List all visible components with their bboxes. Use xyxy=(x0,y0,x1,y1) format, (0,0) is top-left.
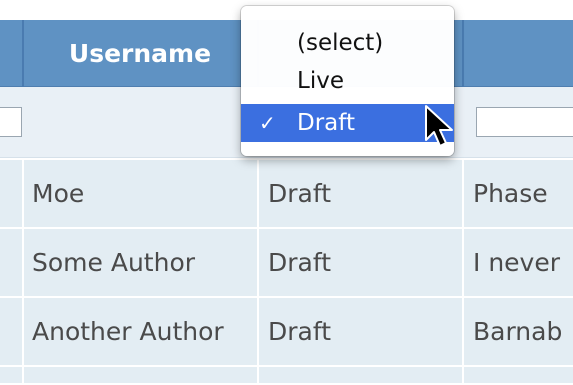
cell-message: I never xyxy=(473,248,560,277)
cell-status: Draft xyxy=(268,179,332,208)
dropdown-option-live[interactable]: Live xyxy=(241,62,454,100)
option-label: Live xyxy=(297,68,344,94)
column-header-message[interactable] xyxy=(465,20,573,86)
column-divider xyxy=(22,229,24,296)
table-row[interactable] xyxy=(0,367,573,385)
table-row[interactable]: Some Author Draft I never xyxy=(0,229,573,298)
option-label: (select) xyxy=(297,30,384,56)
cell-username: Some Author xyxy=(32,248,196,277)
column-header-label: Username xyxy=(68,38,212,68)
option-label: Draft xyxy=(297,110,355,136)
filter-input-left[interactable] xyxy=(0,107,22,137)
filter-input-message[interactable] xyxy=(476,107,573,137)
column-divider xyxy=(257,160,259,227)
table-row[interactable]: Another Author Draft Barnab xyxy=(0,298,573,367)
dropdown-option-select[interactable]: (select) xyxy=(241,24,454,62)
column-divider xyxy=(22,367,24,383)
cell-status: Draft xyxy=(268,317,332,346)
column-divider xyxy=(462,20,464,87)
column-divider xyxy=(462,160,464,227)
column-divider xyxy=(257,298,259,365)
column-divider xyxy=(257,229,259,296)
column-divider xyxy=(22,160,24,227)
cell-username: Another Author xyxy=(32,317,224,346)
table-row[interactable]: Moe Draft Phase xyxy=(0,160,573,229)
column-header-username[interactable]: Username xyxy=(24,20,256,86)
column-divider xyxy=(462,229,464,296)
cell-message: Phase xyxy=(473,179,548,208)
column-divider xyxy=(257,367,259,383)
checkmark-icon: ✓ xyxy=(259,111,276,135)
column-divider xyxy=(462,367,464,383)
cell-username: Moe xyxy=(32,179,85,208)
column-divider xyxy=(462,298,464,365)
mouse-pointer-icon xyxy=(425,105,453,147)
column-divider xyxy=(22,20,24,87)
cell-message: Barnab xyxy=(473,317,563,346)
cell-status: Draft xyxy=(268,248,332,277)
column-divider xyxy=(22,298,24,365)
